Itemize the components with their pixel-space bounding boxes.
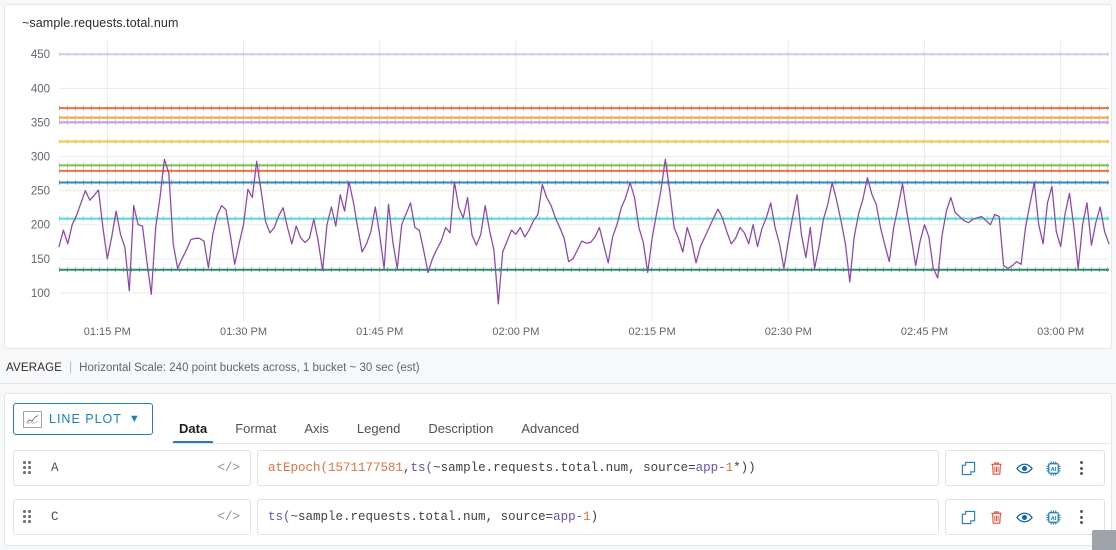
horizontal-scale-label: Horizontal Scale: 240 point buckets acro… bbox=[79, 361, 420, 374]
tab-legend[interactable]: Legend bbox=[343, 422, 414, 444]
drag-handle-icon[interactable] bbox=[23, 461, 37, 475]
query-name-cell[interactable]: A </> bbox=[13, 450, 251, 486]
x-axis-tick-label: 01:45 PM bbox=[356, 326, 404, 338]
query-actions: AI bbox=[945, 499, 1105, 535]
expression-token: ) bbox=[590, 510, 599, 524]
ai-chip-icon[interactable]: AI bbox=[1042, 506, 1064, 528]
plot-type-dropdown[interactable]: LINE PLOT ▼ bbox=[13, 403, 153, 435]
query-row: C </> ts(~sample.requests.total.num, sou… bbox=[13, 499, 1105, 535]
plot-area[interactable]: 450 400 350 300 250 200 150 100 bbox=[5, 33, 1113, 323]
y-axis-tick-label: 100 bbox=[31, 288, 50, 300]
expression-token: , bbox=[403, 461, 411, 475]
expression-token: ~sample.requests.total.num bbox=[290, 510, 486, 524]
copy-icon[interactable] bbox=[957, 506, 979, 528]
expression-token: ts( bbox=[410, 461, 434, 475]
y-axis-tick-label: 150 bbox=[31, 254, 50, 266]
x-axis-tick-label: 01:30 PM bbox=[219, 326, 268, 338]
tab-advanced[interactable]: Advanced bbox=[507, 422, 593, 444]
x-axis-tick-label: 02:15 PM bbox=[628, 326, 676, 338]
query-name-label: C bbox=[51, 510, 59, 524]
plot-type-label: LINE PLOT bbox=[49, 412, 122, 426]
aggregation-label: AVERAGE bbox=[6, 361, 63, 374]
y-axis-tick-label: 450 bbox=[31, 49, 50, 61]
copy-icon[interactable] bbox=[957, 457, 979, 479]
footer-separator: | bbox=[69, 361, 73, 374]
expression-token: app- bbox=[553, 510, 584, 524]
code-toggle-icon[interactable]: </> bbox=[217, 510, 240, 524]
x-axis-tick-label: 01:15 PM bbox=[83, 326, 131, 338]
tab-description[interactable]: Description bbox=[414, 422, 507, 444]
series-line bbox=[58, 158, 1110, 305]
query-expression-input[interactable]: atEpoch(1571177581, ts(~sample.requests.… bbox=[257, 450, 939, 486]
x-axis-tick-label: 02:45 PM bbox=[900, 326, 949, 338]
eye-icon[interactable] bbox=[1014, 457, 1036, 479]
expression-token: app- bbox=[695, 461, 726, 475]
eye-icon[interactable] bbox=[1014, 506, 1036, 528]
svg-text:AI: AI bbox=[1050, 515, 1056, 521]
y-axis-tick-label: 400 bbox=[31, 83, 50, 95]
trash-icon[interactable] bbox=[986, 506, 1008, 528]
query-name-label: A bbox=[51, 461, 59, 475]
kebab-icon[interactable] bbox=[1071, 457, 1093, 479]
expression-token: , source= bbox=[485, 510, 554, 524]
y-axis-tick-label: 200 bbox=[31, 220, 50, 232]
x-axis-tick-label: 03:00 PM bbox=[1037, 326, 1085, 338]
svg-text:AI: AI bbox=[1050, 466, 1056, 472]
trash-icon[interactable] bbox=[986, 457, 1008, 479]
chart-editor-page: ~sample.requests.total.num 450 400 350 300 2… bbox=[0, 0, 1116, 550]
expression-token: ~sample.requests.total.num bbox=[433, 461, 629, 475]
query-actions: AI bbox=[945, 450, 1105, 486]
x-axis: 01:15 PM 01:30 PM 01:45 PM 02:00 PM 02:15 PM… bbox=[5, 323, 1113, 348]
y-axis-tick-label: 250 bbox=[31, 186, 50, 198]
kebab-icon[interactable] bbox=[1071, 506, 1093, 528]
editor-tab-row: LINE PLOT ▼ Data Format Axis Legend Descript… bbox=[5, 394, 1111, 444]
y-axis-tick-label: 350 bbox=[31, 117, 50, 129]
expression-token: , source= bbox=[628, 461, 696, 475]
expression-token: ts( bbox=[268, 510, 291, 524]
chart-footer: AVERAGE | Horizontal Scale: 240 point bu… bbox=[0, 352, 1116, 384]
tab-axis[interactable]: Axis bbox=[290, 422, 343, 444]
expression-token: 1 bbox=[725, 461, 734, 475]
tab-data[interactable]: Data bbox=[165, 422, 221, 444]
ai-chip-icon[interactable]: AI bbox=[1042, 457, 1064, 479]
x-axis-tick-label: 02:30 PM bbox=[764, 326, 812, 338]
code-toggle-icon[interactable]: </> bbox=[217, 461, 240, 475]
resize-handle[interactable] bbox=[1092, 530, 1116, 550]
query-row: A </> atEpoch(1571177581, ts(~sample.req… bbox=[13, 450, 1105, 486]
chart-panel: ~sample.requests.total.num 450 400 350 300 2… bbox=[4, 4, 1112, 349]
expression-token: *)) bbox=[733, 461, 756, 475]
expression-token: atEpoch( bbox=[268, 461, 329, 475]
y-axis-tick-label: 300 bbox=[31, 152, 50, 164]
query-expression-input[interactable]: ts(~sample.requests.total.num, source= ap… bbox=[257, 499, 939, 535]
tab-underline bbox=[173, 443, 1111, 444]
line-plot-svg: 450 400 350 300 250 200 150 100 bbox=[31, 40, 1110, 322]
chevron-down-icon: ▼ bbox=[128, 412, 140, 425]
x-axis-tick-label: 02:00 PM bbox=[492, 326, 540, 338]
expression-token: 1 bbox=[583, 510, 591, 524]
chart-title: ~sample.requests.total.num bbox=[22, 16, 179, 30]
query-name-cell[interactable]: C </> bbox=[13, 499, 251, 535]
expression-token: 1571177581 bbox=[328, 461, 404, 475]
tab-format[interactable]: Format bbox=[221, 422, 290, 444]
editor-tabs: Data Format Axis Legend Description Advanced bbox=[165, 394, 593, 444]
line-chart-icon bbox=[23, 410, 42, 428]
drag-handle-icon[interactable] bbox=[23, 510, 37, 524]
query-editor-panel: LINE PLOT ▼ Data Format Axis Legend Descript… bbox=[4, 393, 1112, 546]
